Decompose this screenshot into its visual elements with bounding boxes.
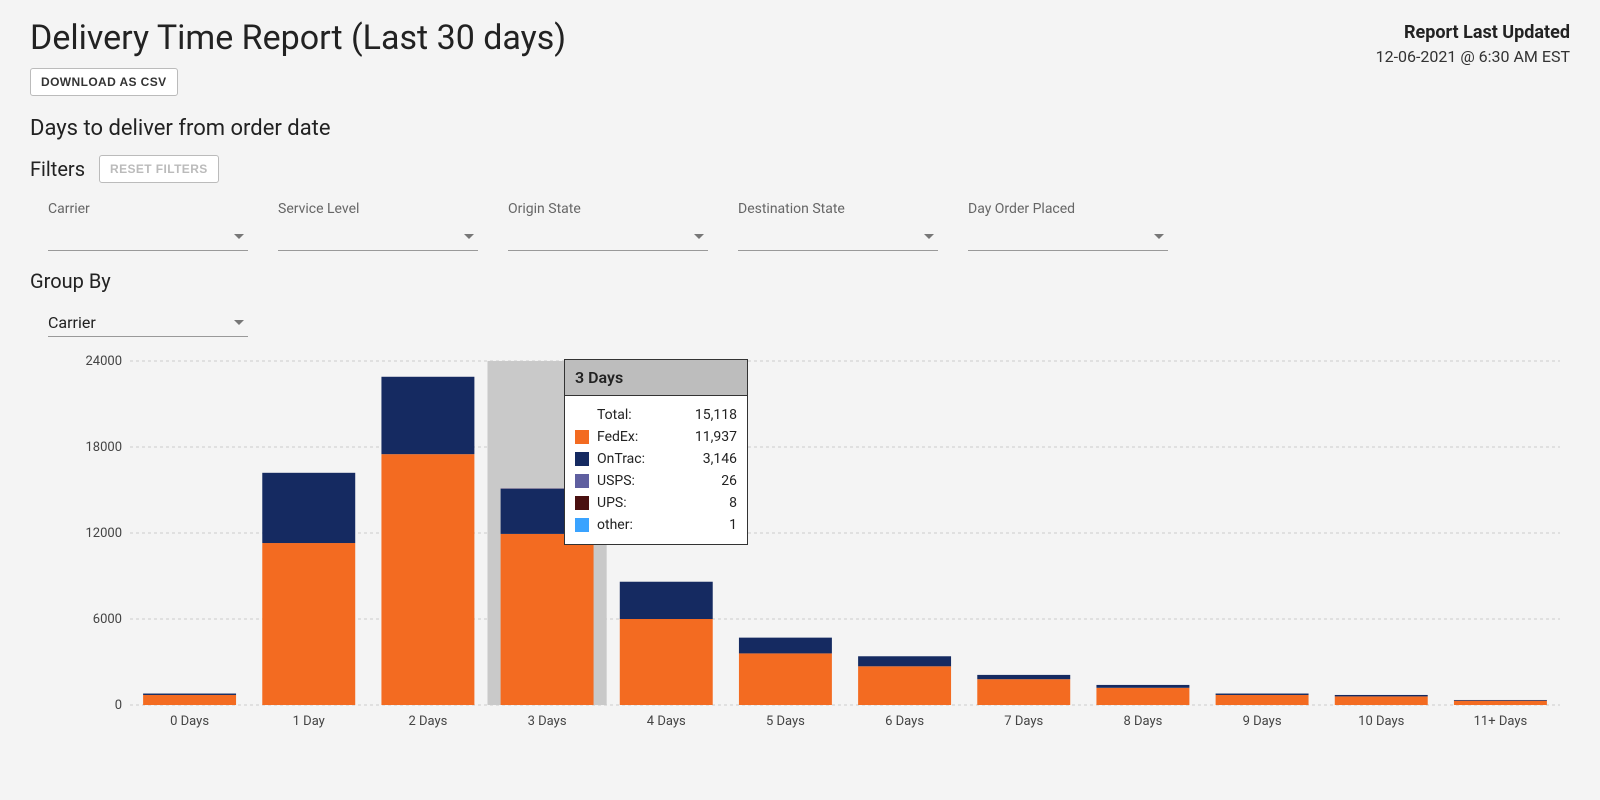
- reset-filters-button[interactable]: Reset Filters: [99, 155, 219, 183]
- bar-segment[interactable]: [262, 543, 355, 705]
- x-tick-label: 6 Days: [885, 714, 924, 729]
- bar-segment[interactable]: [1335, 695, 1428, 696]
- groupby-select[interactable]: Carrier: [48, 309, 248, 337]
- filter-select[interactable]: [278, 223, 478, 251]
- tooltip-swatch: [575, 452, 589, 466]
- chart-tooltip: 3 Days Total: 15,118 FedEx: 11,937 OnTrac: 3,…: [564, 359, 748, 545]
- tooltip-swatch: [575, 518, 589, 532]
- filter-select[interactable]: [48, 223, 248, 251]
- x-tick-label: 1 Day: [293, 714, 325, 729]
- tooltip-series-value: 11,937: [663, 429, 737, 445]
- x-tick-label: 2 Days: [408, 714, 447, 729]
- filter-label: Origin State: [508, 201, 708, 217]
- tooltip-series-value: 26: [663, 473, 737, 489]
- tooltip-series-label: FedEx:: [597, 429, 655, 445]
- bar-segment[interactable]: [977, 675, 1070, 679]
- tooltip-swatch: [575, 496, 589, 510]
- tooltip-series-label: other:: [597, 517, 655, 533]
- bar-segment[interactable]: [620, 582, 713, 619]
- bar-segment[interactable]: [1216, 695, 1309, 705]
- bar-segment[interactable]: [143, 695, 236, 705]
- y-tick-label: 24000: [85, 355, 122, 369]
- filter-label: Service Level: [278, 201, 478, 217]
- chevron-down-icon: [924, 234, 934, 239]
- x-tick-label: 0 Days: [170, 714, 209, 729]
- tooltip-series-value: 3,146: [663, 451, 737, 467]
- y-tick-label: 18000: [85, 440, 122, 455]
- filters-section-label: Filters: [30, 157, 85, 181]
- bar-segment[interactable]: [381, 454, 474, 705]
- filter-label: Destination State: [738, 201, 938, 217]
- tooltip-series-label: USPS:: [597, 473, 655, 489]
- bar-segment[interactable]: [143, 694, 236, 695]
- bar-segment[interactable]: [977, 679, 1070, 705]
- bar-segment[interactable]: [858, 656, 951, 666]
- chart-subtitle: Days to deliver from order date: [30, 116, 1570, 141]
- chevron-down-icon: [1154, 234, 1164, 239]
- chevron-down-icon: [234, 234, 244, 239]
- delivery-time-chart[interactable]: 0 6000 12000 18000 24000 0 Days 1 Day 2 Days 3 D…: [30, 355, 1570, 735]
- x-tick-label: 8 Days: [1123, 714, 1162, 729]
- bar-segment[interactable]: [381, 377, 474, 454]
- report-updated-label: Report Last Updated: [1376, 22, 1570, 43]
- tooltip-title: 3 Days: [565, 360, 747, 396]
- tooltip-series-label: UPS:: [597, 495, 655, 511]
- tooltip-series-value: 8: [663, 495, 737, 511]
- bar-segment[interactable]: [501, 534, 594, 705]
- tooltip-series-label: OnTrac:: [597, 451, 655, 467]
- report-updated-time: 12-06-2021 @ 6:30 AM EST: [1376, 47, 1570, 66]
- bar-segment[interactable]: [739, 653, 832, 705]
- bar-segment[interactable]: [1454, 701, 1547, 705]
- bar-segment[interactable]: [262, 473, 355, 543]
- download-csv-button[interactable]: Download as CSV: [30, 68, 178, 96]
- bar-segment[interactable]: [620, 619, 713, 705]
- y-tick-label: 0: [115, 698, 122, 713]
- x-tick-label: 5 Days: [766, 714, 805, 729]
- report-updated: Report Last Updated 12-06-2021 @ 6:30 AM…: [1376, 22, 1570, 66]
- x-tick-label: 9 Days: [1243, 714, 1282, 729]
- bar-segment[interactable]: [739, 638, 832, 654]
- filter-label: Carrier: [48, 201, 248, 217]
- tooltip-total-label: Total:: [597, 407, 655, 423]
- tooltip-swatch: [575, 430, 589, 444]
- bar-segment[interactable]: [1335, 696, 1428, 705]
- y-tick-label: 12000: [85, 526, 122, 541]
- chevron-down-icon: [694, 234, 704, 239]
- x-tick-label: 7 Days: [1004, 714, 1043, 729]
- page-title: Delivery Time Report (Last 30 days): [30, 18, 566, 58]
- filter-select[interactable]: [968, 223, 1168, 251]
- x-tick-label: 4 Days: [647, 714, 686, 729]
- filter-label: Day Order Placed: [968, 201, 1168, 217]
- filter-select[interactable]: [738, 223, 938, 251]
- bar-segment[interactable]: [1096, 688, 1189, 705]
- swatch-blank: [575, 408, 589, 422]
- x-tick-label: 3 Days: [528, 714, 567, 729]
- chevron-down-icon: [234, 320, 244, 325]
- filter-select[interactable]: [508, 223, 708, 251]
- groupby-section-label: Group By: [30, 269, 1570, 293]
- bar-segment[interactable]: [1096, 685, 1189, 688]
- x-tick-label: 11+ Days: [1474, 714, 1528, 729]
- bar-segment[interactable]: [858, 666, 951, 705]
- tooltip-total-value: 15,118: [663, 407, 737, 423]
- bar-segment[interactable]: [1454, 700, 1547, 701]
- y-tick-label: 6000: [93, 612, 122, 627]
- bar-segment[interactable]: [1216, 694, 1309, 695]
- chevron-down-icon: [464, 234, 474, 239]
- groupby-value: Carrier: [48, 313, 96, 332]
- tooltip-swatch: [575, 474, 589, 488]
- x-tick-label: 10 Days: [1358, 714, 1404, 729]
- tooltip-series-value: 1: [663, 517, 737, 533]
